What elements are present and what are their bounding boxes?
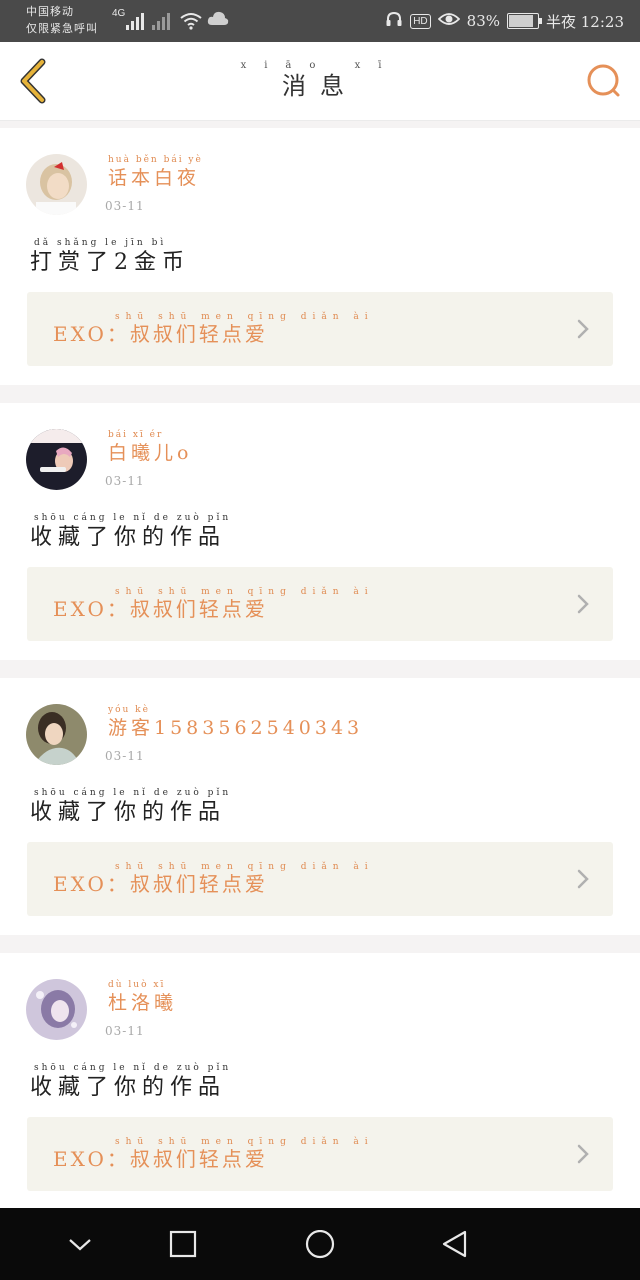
message-action: 打赏了2金币 [30,250,190,275]
work-link[interactable]: shū shū men qīng diǎn ài EXO：叔叔们轻点爱 [27,842,613,916]
carrier-status: 仅限紧急呼叫 [26,22,98,35]
work-title: EXO：叔叔们轻点爱 [53,597,268,621]
work-title: EXO：叔叔们轻点爱 [53,1147,268,1171]
avatar[interactable] [26,979,87,1040]
message-date: 03-11 [105,749,145,763]
message-date: 03-11 [105,474,145,488]
message-card: dù luò xī 杜洛曦 03-11 shōu cáng le nǐ de z… [0,953,640,1210]
search-icon[interactable] [586,63,622,99]
username[interactable]: 游客1583562540343 [108,713,363,740]
chevron-right-icon [575,593,591,615]
message-list: huà běn bái yè 话本白夜 03-11 dǎ shǎng le jī… [0,128,640,1228]
username[interactable]: 杜洛曦 [108,988,177,1015]
avatar[interactable] [26,704,87,765]
message-card: bái xī ér 白曦儿o 03-11 shōu cáng le nǐ de … [0,403,640,660]
signal-icon-2 [152,12,170,30]
username[interactable]: 白曦儿o [108,438,192,465]
message-action: 收藏了你的作品 [30,1075,227,1100]
carrier-info: 中国移动 仅限紧急呼叫 [26,3,98,37]
headphone-icon [385,10,403,32]
work-link[interactable]: shū shū men qīng diǎn ài EXO：叔叔们轻点爱 [27,567,613,641]
system-nav-bar [0,1208,640,1280]
message-action: 收藏了你的作品 [30,800,227,825]
avatar[interactable] [26,429,87,490]
avatar[interactable] [26,154,87,215]
carrier-name: 中国移动 [26,5,74,18]
recents-icon[interactable] [169,1230,197,1258]
battery-percent: 83% [466,12,500,30]
chevron-right-icon [575,868,591,890]
hide-nav-icon[interactable] [66,1230,94,1258]
work-title: EXO：叔叔们轻点爱 [53,322,268,346]
message-card: huà běn bái yè 话本白夜 03-11 dǎ shǎng le jī… [0,128,640,385]
message-card: yóu kè 游客1583562540343 03-11 shōu cáng l… [0,678,640,935]
hd-icon: HD [410,13,431,29]
wifi-icon [180,12,202,35]
chevron-right-icon [575,1143,591,1165]
network-type: 4G [112,8,126,19]
back-nav-icon[interactable] [440,1230,470,1260]
page-title: 消息 [282,72,358,100]
eye-icon [437,11,460,31]
chevron-right-icon [575,318,591,340]
username[interactable]: 话本白夜 [108,163,200,190]
signal-icon [126,12,144,30]
status-bar: 中国移动 仅限紧急呼叫 4G HD 83% 半夜 12:23 [0,0,640,42]
clock: 半夜 12:23 [546,12,624,31]
message-action: 收藏了你的作品 [30,525,227,550]
message-date: 03-11 [105,1024,145,1038]
message-date: 03-11 [105,199,145,213]
home-icon[interactable] [304,1230,336,1262]
work-link[interactable]: shū shū men qīng diǎn ài EXO：叔叔们轻点爱 [27,292,613,366]
work-title: EXO：叔叔们轻点爱 [53,872,268,896]
cloud-icon [207,10,229,31]
battery-icon [507,13,542,29]
status-right: HD 83% 半夜 12:23 [385,10,624,32]
work-link[interactable]: shū shū men qīng diǎn ài EXO：叔叔们轻点爱 [27,1117,613,1191]
nav-bar: xiāo xī 消息 [0,42,640,121]
